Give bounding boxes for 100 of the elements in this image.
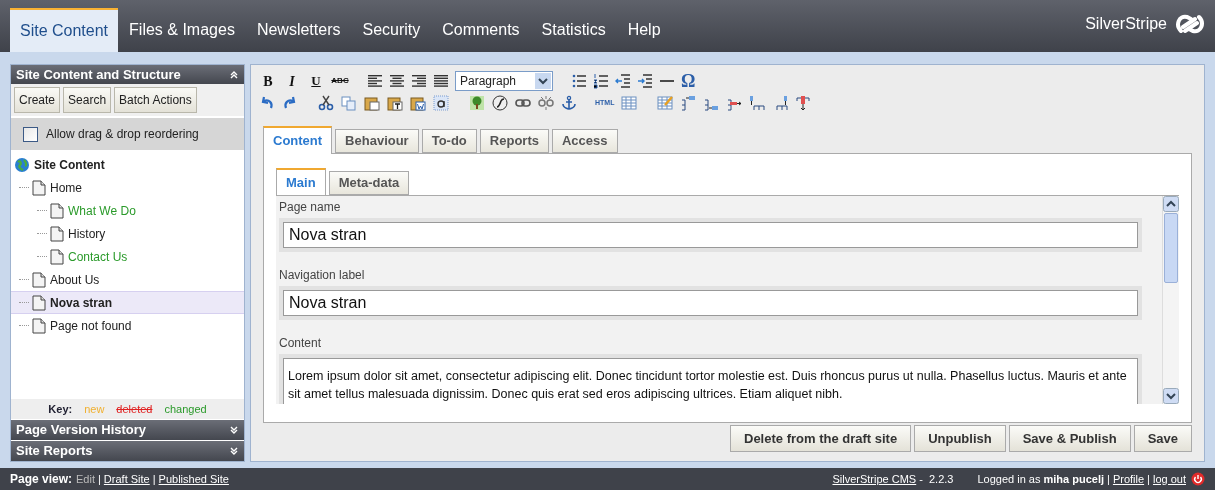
checkbox[interactable] bbox=[23, 126, 38, 142]
format-button[interactable]: I bbox=[283, 72, 301, 90]
redo-icon[interactable] bbox=[282, 95, 298, 111]
outdent-icon[interactable] bbox=[615, 73, 631, 89]
insert-row-before-icon[interactable] bbox=[680, 95, 697, 111]
scroll-down-icon[interactable] bbox=[1163, 388, 1179, 404]
scrollbar-thumb[interactable] bbox=[1164, 213, 1178, 283]
field-label: Page name bbox=[279, 199, 342, 214]
toolbar-button[interactable]: Search bbox=[63, 87, 112, 113]
field-label: Content bbox=[279, 335, 323, 350]
nav-tab[interactable]: Newsletters bbox=[245, 8, 352, 52]
panel-header[interactable]: Site Reports bbox=[11, 441, 244, 461]
legend-item: changed bbox=[164, 401, 207, 417]
expand-icon[interactable] bbox=[229, 424, 239, 436]
nav-tab[interactable]: Statistics bbox=[530, 8, 617, 52]
bullet-list-icon[interactable] bbox=[571, 73, 587, 89]
separator: | bbox=[152, 471, 156, 487]
separator: | bbox=[1107, 471, 1110, 487]
tree-item[interactable]: Contact Us bbox=[68, 247, 128, 266]
nav-tab[interactable]: Site Content bbox=[10, 8, 119, 52]
action-button[interactable]: Save bbox=[1133, 425, 1192, 452]
tab[interactable]: To-do bbox=[421, 129, 477, 153]
undo-icon[interactable] bbox=[259, 95, 275, 111]
format-button[interactable]: B bbox=[259, 72, 277, 90]
nav-tab[interactable]: Help bbox=[616, 8, 672, 52]
special-character-button[interactable]: Ω bbox=[681, 72, 696, 90]
footer-link[interactable]: SilverStripe CMS bbox=[832, 470, 917, 488]
footer-link[interactable]: Profile bbox=[1112, 470, 1145, 488]
delete-column-icon[interactable] bbox=[795, 95, 812, 111]
nav-tab[interactable]: Security bbox=[351, 8, 432, 52]
action-button[interactable]: Delete from the draft site bbox=[730, 425, 912, 452]
tree-item[interactable]: Site Content bbox=[34, 156, 105, 174]
toolbar-button[interactable]: Create bbox=[14, 87, 61, 113]
clipboard-icon[interactable] bbox=[364, 95, 380, 111]
panel-title: Site Reports bbox=[16, 442, 93, 461]
page-view-label: Page view: bbox=[10, 471, 73, 488]
anchor-icon[interactable] bbox=[561, 95, 577, 111]
brand-name: SilverStripe bbox=[1085, 14, 1167, 34]
expand-icon[interactable] bbox=[229, 445, 239, 457]
footer-link[interactable]: Edit bbox=[76, 470, 95, 488]
action-button[interactable]: Save & Publish bbox=[1008, 425, 1131, 452]
nav-tab[interactable]: Files & Images bbox=[118, 8, 246, 52]
toolbar-button[interactable]: Batch Actions bbox=[114, 87, 197, 113]
tab[interactable]: Main bbox=[276, 168, 326, 195]
tree-item[interactable]: History bbox=[68, 224, 106, 243]
tab[interactable]: Meta-data bbox=[328, 171, 410, 195]
tab[interactable]: Reports bbox=[479, 129, 549, 153]
panel-header[interactable]: Page Version History bbox=[11, 420, 244, 440]
legend-item: deleted bbox=[116, 401, 153, 417]
align-center-icon[interactable] bbox=[389, 73, 405, 89]
tree-item[interactable]: What We Do bbox=[68, 201, 136, 220]
format-button[interactable]: ABC bbox=[331, 72, 349, 90]
scroll-up-icon[interactable] bbox=[1163, 196, 1179, 212]
checkbox-label: Allow drag & drop reordering bbox=[46, 126, 199, 143]
numbered-list-icon[interactable] bbox=[593, 73, 609, 89]
tree-item[interactable]: Home bbox=[50, 178, 82, 197]
text-input[interactable]: Nova stran bbox=[283, 290, 1138, 316]
separator: | bbox=[98, 471, 101, 487]
scissors-icon[interactable] bbox=[318, 95, 334, 111]
page-icon bbox=[31, 271, 47, 288]
panel-title: Page Version History bbox=[16, 421, 147, 440]
login-status-text: Logged in as miha pucelj bbox=[977, 471, 1105, 487]
page-icon bbox=[31, 317, 47, 334]
version-text: - 2.2.3 bbox=[919, 471, 954, 487]
image-icon[interactable] bbox=[469, 95, 485, 111]
align-right-icon[interactable] bbox=[411, 73, 427, 89]
select-all-icon[interactable] bbox=[433, 95, 449, 111]
flash-icon[interactable] bbox=[492, 95, 508, 111]
scrollbar[interactable] bbox=[1162, 196, 1179, 404]
align-left-icon[interactable] bbox=[367, 73, 383, 89]
key-label: Key: bbox=[48, 401, 73, 417]
action-button[interactable]: Unpublish bbox=[914, 425, 1006, 452]
power-icon[interactable] bbox=[1191, 472, 1205, 486]
clipboard-text-icon[interactable] bbox=[387, 95, 403, 111]
tree-item[interactable]: Page not found bbox=[50, 316, 132, 335]
clipboard-word-icon[interactable] bbox=[410, 95, 426, 111]
format-button[interactable]: U bbox=[307, 72, 325, 90]
footer-link[interactable]: Published Site bbox=[158, 470, 229, 488]
field-label: Navigation label bbox=[279, 267, 366, 282]
tab[interactable]: Behaviour bbox=[335, 129, 419, 153]
footer-link[interactable]: log out bbox=[1152, 470, 1186, 488]
footer-link[interactable]: Draft Site bbox=[103, 470, 150, 488]
page-icon bbox=[49, 248, 65, 265]
tree-item[interactable]: About Us bbox=[50, 270, 100, 289]
insert-column-before-icon[interactable] bbox=[749, 95, 766, 111]
indent-icon[interactable] bbox=[637, 73, 653, 89]
tab[interactable]: Content bbox=[263, 126, 333, 154]
globe-icon bbox=[14, 157, 30, 173]
page-icon bbox=[49, 225, 65, 242]
panel-header[interactable]: Site Content and Structure bbox=[11, 65, 244, 84]
tab[interactable]: Access bbox=[551, 129, 618, 153]
justify-icon[interactable] bbox=[433, 73, 449, 89]
nav-tab[interactable]: Comments bbox=[431, 8, 531, 52]
text-input[interactable]: Nova stran bbox=[283, 222, 1138, 248]
rich-text-editor[interactable]: Lorem ipsum dolor sit amet, consectetur adipiscing elit. Donec tincidunt tortor molestie est. Duis rhoncus purus ut nulla. Phasellus luctus. Mauris et ante sit amet tellus malesuada dignissim. Donec quis erat sed eros adipiscing ultrices. Etiam aliquet nibh. bbox=[283, 358, 1138, 404]
unlink-icon[interactable] bbox=[538, 95, 554, 111]
block-format-dropdown[interactable]: Paragraph bbox=[455, 71, 553, 91]
panel-title: Site Content and Structure bbox=[16, 65, 181, 84]
separator: | bbox=[1147, 471, 1150, 487]
page-icon bbox=[31, 294, 47, 311]
